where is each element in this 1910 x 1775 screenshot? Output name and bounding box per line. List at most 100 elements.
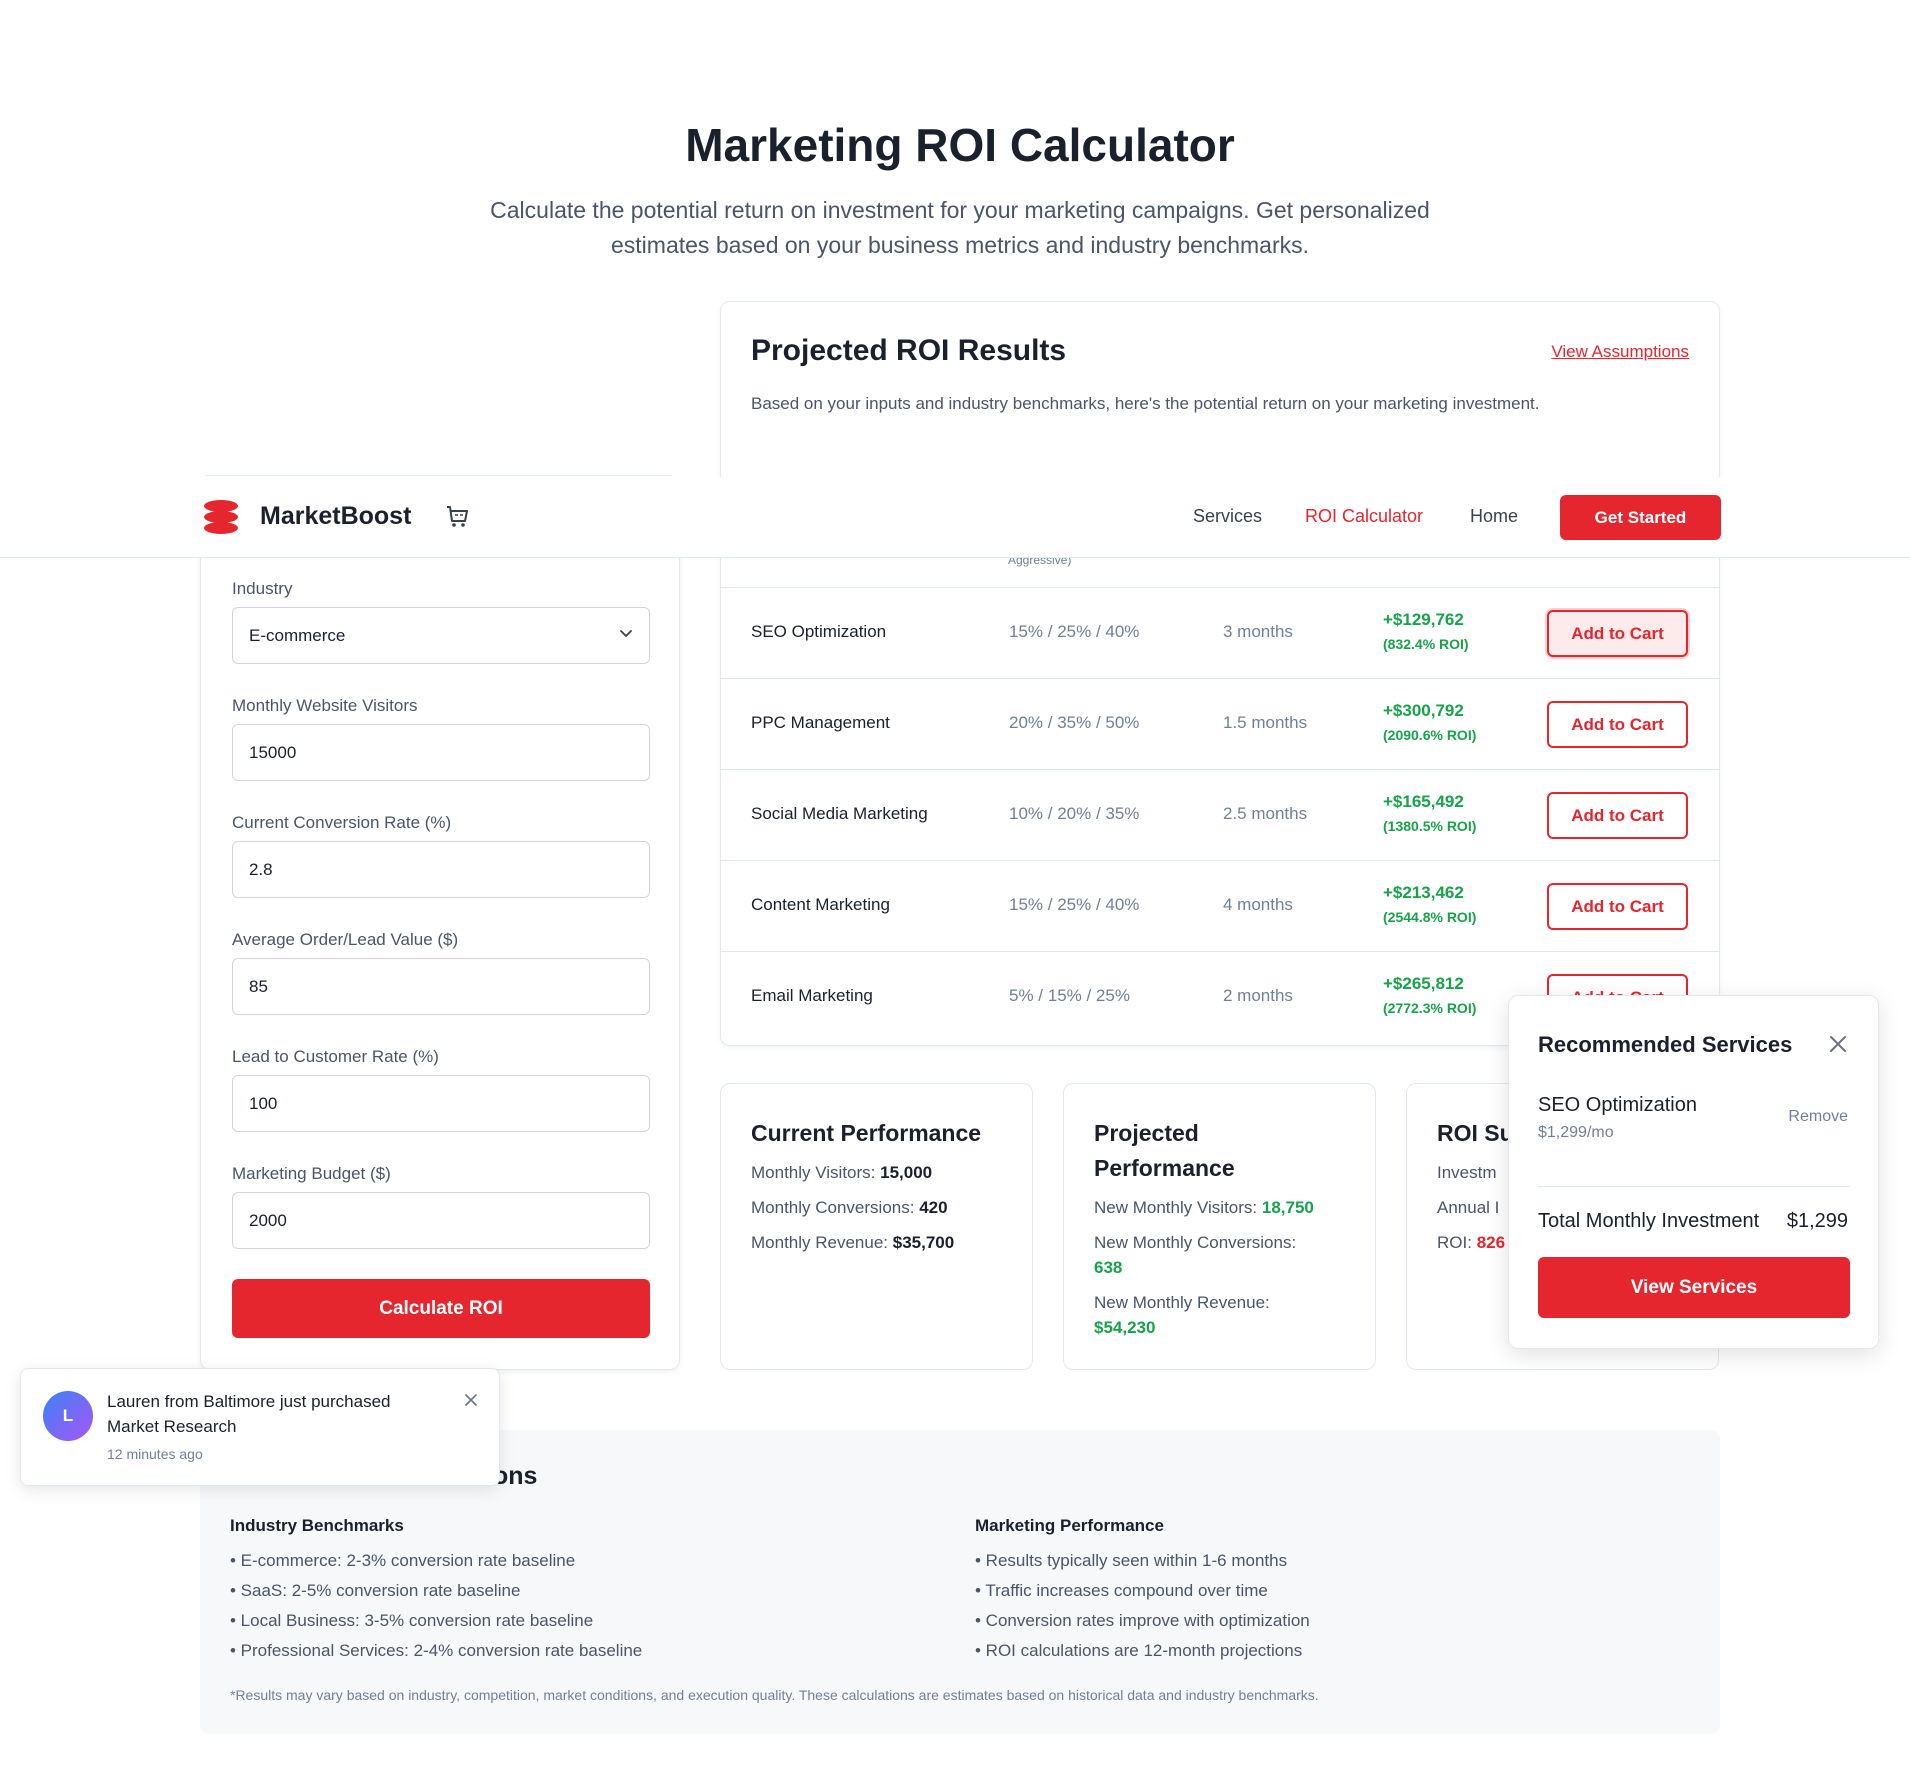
budget-input[interactable]: 2000 <box>232 1192 650 1249</box>
add-to-cart-button[interactable]: Add to Cart <box>1547 792 1688 839</box>
service-name: PPC Management <box>751 713 890 732</box>
industry-select[interactable]: E-commerce <box>232 607 650 664</box>
service-gain: +$265,812 <box>1383 974 1464 993</box>
summary-roi: ROI: 826 <box>1437 1230 1505 1255</box>
service-timeframe: 3 months <box>1223 622 1293 641</box>
service-rates: 10% / 20% / 35% <box>1009 804 1140 823</box>
list-item: • Professional Services: 2-4% conversion… <box>230 1641 643 1660</box>
list-item: • ROI calculations are 12-month projecti… <box>975 1641 1303 1660</box>
navbar: MarketBoost Services ROI Calculator Home… <box>0 477 1910 558</box>
nav-link-home[interactable]: Home <box>1470 506 1518 527</box>
add-to-cart-button[interactable]: Add to Cart <box>1547 701 1688 748</box>
recommended-item-name: SEO Optimization <box>1538 1094 1697 1116</box>
service-roi: (2544.8% ROI) <box>1383 909 1477 925</box>
notification-message: Lauren from Baltimore just purchased Mar… <box>107 1392 391 1436</box>
current-revenue-value: $35,700 <box>892 1233 955 1252</box>
lead-rate-value: 100 <box>249 1093 278 1113</box>
projected-conversions-value: 638 <box>1094 1258 1123 1277</box>
page-subtitle: Calculate the potential return on invest… <box>490 197 1430 258</box>
cart-icon[interactable] <box>444 503 470 529</box>
disclaimer-note: *Results may vary based on industry, com… <box>230 1687 1319 1703</box>
remove-button[interactable]: Remove <box>1788 1108 1848 1126</box>
order-value: 85 <box>249 976 268 996</box>
order-value-label: Average Order/Lead Value ($) <box>232 930 459 949</box>
list-item: • Traffic increases compound over time <box>975 1581 1268 1600</box>
roi-summary-title: ROI Su <box>1437 1120 1514 1146</box>
results-title: Projected ROI Results <box>751 334 1067 367</box>
projected-visitors: New Monthly Visitors: 18,750 <box>1094 1195 1314 1220</box>
marketing-performance-title: Marketing Performance <box>975 1516 1164 1535</box>
projected-visitors-value: 18,750 <box>1261 1198 1314 1217</box>
list-item: • E-commerce: 2-3% conversion rate basel… <box>230 1551 576 1570</box>
view-services-button[interactable]: View Services <box>1538 1257 1850 1318</box>
service-gain: +$300,792 <box>1383 701 1464 720</box>
table-row: Social Media Marketing 10% / 20% / 35% 2… <box>721 769 1719 860</box>
get-started-button[interactable]: Get Started <box>1560 495 1721 540</box>
projected-visitors-label: New Monthly Visitors: <box>1094 1198 1258 1217</box>
service-name: Social Media Marketing <box>751 804 928 823</box>
service-roi: (2772.3% ROI) <box>1383 1000 1477 1016</box>
order-value-input[interactable]: 85 <box>232 958 650 1015</box>
notification-time: 12 minutes ago <box>107 1446 203 1462</box>
close-icon[interactable] <box>1828 1034 1848 1054</box>
projected-revenue-label: New Monthly Revenue: <box>1094 1293 1270 1312</box>
recommended-item-price: $1,299/mo <box>1538 1124 1614 1141</box>
service-rates: 5% / 15% / 25% <box>1009 986 1130 1005</box>
list-item: • Conversion rates improve with optimiza… <box>975 1611 1310 1630</box>
form-top-divider <box>206 475 672 476</box>
service-timeframe: 1.5 months <box>1223 713 1308 732</box>
projected-revenue: New Monthly Revenue: $54,230 <box>1094 1290 1354 1340</box>
divider <box>1538 1186 1850 1187</box>
table-row: SEO Optimization 15% / 25% / 40% 3 month… <box>721 587 1719 678</box>
list-item: • Local Business: 3-5% conversion rate b… <box>230 1611 594 1630</box>
service-gain: +$165,492 <box>1383 792 1464 811</box>
service-gain: +$129,762 <box>1383 610 1464 629</box>
conversion-label: Current Conversion Rate (%) <box>232 813 452 832</box>
summary-annual: Annual I <box>1437 1198 1500 1217</box>
recommended-services-panel: Recommended Services SEO Optimization $1… <box>1508 995 1879 1349</box>
visitors-input[interactable]: 15000 <box>232 724 650 781</box>
lead-rate-label: Lead to Customer Rate (%) <box>232 1047 439 1066</box>
add-to-cart-button[interactable]: Add to Cart <box>1547 883 1688 930</box>
nav-link-services[interactable]: Services <box>1193 506 1262 527</box>
total-label: Total Monthly Investment <box>1538 1210 1760 1232</box>
nav-link-roi-calculator[interactable]: ROI Calculator <box>1305 506 1423 527</box>
visitors-value: 15000 <box>249 742 297 762</box>
close-icon[interactable] <box>464 1393 478 1407</box>
summary-investment: Investm <box>1437 1163 1497 1182</box>
total-value: $1,299 <box>1786 1210 1848 1232</box>
purchase-notification: L Lauren from Baltimore just purchased M… <box>20 1368 500 1486</box>
current-conversions-value: 420 <box>919 1198 948 1217</box>
projected-conversions-label: New Monthly Conversions: <box>1094 1233 1297 1252</box>
calculate-roi-button[interactable]: Calculate ROI <box>232 1279 650 1338</box>
conversion-input[interactable]: 2.8 <box>232 841 650 898</box>
summary-roi-value: 826 <box>1476 1233 1506 1252</box>
chevron-down-icon <box>620 630 632 637</box>
current-revenue: Monthly Revenue: $35,700 <box>751 1230 954 1255</box>
service-timeframe: 4 months <box>1223 895 1293 914</box>
industry-label: Industry <box>232 579 293 598</box>
recommended-services-title: Recommended Services <box>1538 1032 1793 1057</box>
projected-revenue-value: $54,230 <box>1094 1318 1156 1337</box>
list-item: • SaaS: 2-5% conversion rate baseline <box>230 1581 521 1600</box>
projected-conversions: New Monthly Conversions: 638 <box>1094 1230 1354 1280</box>
projected-performance-card: Projected Performance New Monthly Visito… <box>1063 1083 1376 1370</box>
service-gain: +$213,462 <box>1383 883 1464 902</box>
current-performance-title: Current Performance <box>751 1120 982 1146</box>
current-performance-card: Current Performance Monthly Visitors: 15… <box>720 1083 1033 1370</box>
current-visitors-value: 15,000 <box>880 1163 933 1182</box>
industry-select-value: E-commerce <box>249 625 346 645</box>
add-to-cart-button[interactable]: Add to Cart <box>1547 610 1688 657</box>
brand-name[interactable]: MarketBoost <box>260 502 411 531</box>
budget-label: Marketing Budget ($) <box>232 1164 391 1183</box>
service-name: SEO Optimization <box>751 622 887 641</box>
service-timeframe: 2.5 months <box>1223 804 1308 823</box>
avatar: L <box>43 1391 93 1441</box>
visitors-label: Monthly Website Visitors <box>232 696 418 715</box>
service-roi: (1380.5% ROI) <box>1383 818 1477 834</box>
lead-rate-input[interactable]: 100 <box>232 1075 650 1132</box>
current-visitors-label: Monthly Visitors: <box>751 1163 876 1182</box>
current-visitors: Monthly Visitors: 15,000 <box>751 1160 932 1185</box>
view-assumptions-link[interactable]: View Assumptions <box>1551 342 1689 362</box>
conversion-value: 2.8 <box>249 859 273 879</box>
